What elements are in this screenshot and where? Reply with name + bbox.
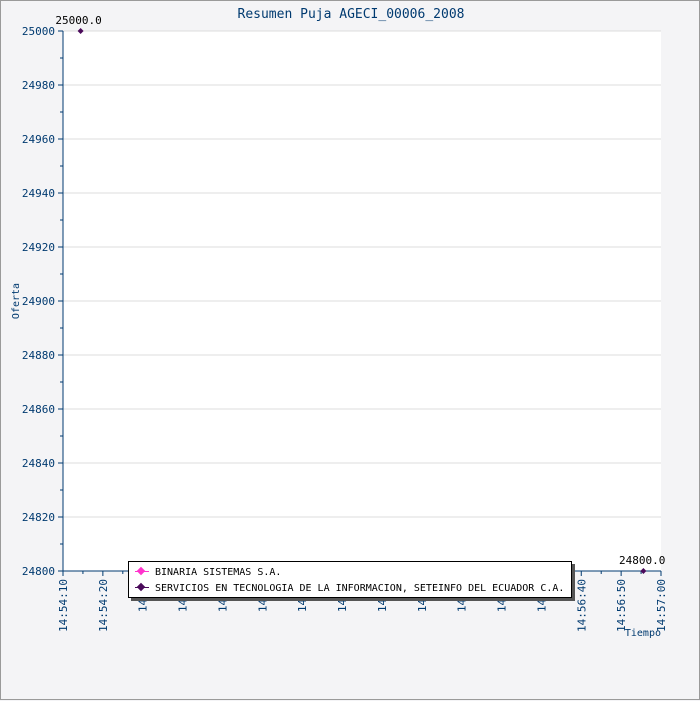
chart-frame: 24800 24820 24840 24860 24880 24900 24920 24940… — [0, 0, 700, 700]
y-tick-label: 24960 — [22, 133, 55, 146]
legend-item: SERVICIOS EN TECNOLOGIA DE LA INFORMACIO… — [135, 581, 564, 595]
y-tick-label: 24880 — [22, 349, 55, 362]
legend-swatch-icon — [135, 582, 149, 593]
y-tick-label: 24840 — [22, 457, 55, 470]
y-axis-label: Oferta — [11, 283, 22, 319]
legend-label: SERVICIOS EN TECNOLOGIA DE LA INFORMACIO… — [155, 582, 565, 594]
y-tick-label: 24800 — [22, 565, 55, 578]
legend-item: BINARIA SISTEMAS S.A. — [135, 565, 281, 579]
x-tick-label: 14:54:10 — [57, 579, 70, 632]
y-tick-label: 25000 — [22, 25, 55, 38]
legend-label: BINARIA SISTEMAS S.A. — [155, 566, 282, 578]
legend: BINARIA SISTEMAS S.A. SERVICIOS EN TECNO… — [128, 561, 572, 598]
y-tick-label: 24940 — [22, 187, 55, 200]
data-label: 25000.0 — [55, 14, 101, 27]
x-tick-label: 14:56:50 — [615, 579, 628, 632]
x-axis-label: Tiempo — [625, 628, 661, 639]
y-tick-label: 24820 — [22, 511, 55, 524]
y-tick-label: 24980 — [22, 79, 55, 92]
x-tick-label: 14:54:20 — [97, 579, 110, 632]
x-tick-label: 14:57:00 — [655, 579, 668, 632]
legend-swatch-icon — [135, 566, 149, 577]
y-tick-label: 24860 — [22, 403, 55, 416]
x-tick-label: 14:56:40 — [575, 579, 588, 632]
y-tick-label: 24920 — [22, 241, 55, 254]
data-label: 24800.0 — [619, 554, 665, 567]
chart-title: Resumen Puja AGECI_00006_2008 — [238, 7, 465, 22]
y-tick-label: 24900 — [22, 295, 55, 308]
